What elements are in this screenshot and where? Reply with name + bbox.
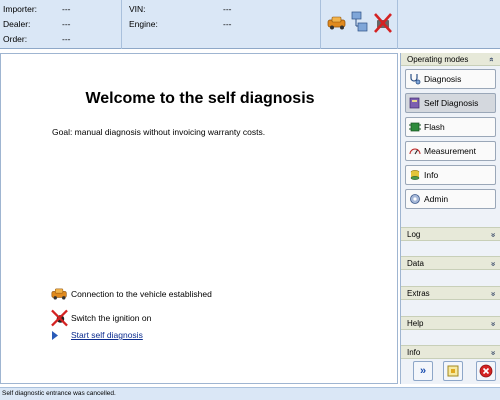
play-arrow-icon — [52, 330, 58, 340]
start-self-diagnosis-link[interactable]: Start self diagnosis — [71, 330, 143, 340]
status-connection: Connection to the vehicle established — [51, 287, 212, 301]
book-icon — [409, 97, 420, 109]
start-self-diagnosis-row[interactable]: Start self diagnosis — [51, 330, 143, 340]
fullscreen-icon — [447, 365, 459, 377]
expand-chevron-icon: » — [488, 321, 498, 327]
ignition-off-icon — [51, 309, 68, 327]
engine-value: --- — [223, 19, 232, 29]
vin-value: --- — [223, 4, 232, 14]
vehicle-info-panel: VIN: --- Engine: --- — [122, 0, 321, 49]
section-log-label: Log — [407, 230, 421, 239]
sidebar-section-extras[interactable]: Extras » — [401, 286, 500, 300]
status-bar-text: Self diagnostic entrance was cancelled. — [2, 390, 116, 397]
sidebar-section-data[interactable]: Data » — [401, 256, 500, 270]
network-icon — [351, 11, 368, 32]
vehicle-icon — [327, 16, 346, 30]
order-label: Order: — [3, 34, 28, 44]
main-panel: Welcome to the self diagnosis Goal: manu… — [0, 53, 398, 384]
sidebar: Operating modes » Diagnosis Self Diagnos… — [400, 53, 500, 384]
mode-flash-label: Flash — [424, 122, 445, 132]
status-ignition-label: Switch the ignition on — [71, 313, 152, 323]
forward-button[interactable]: » — [413, 361, 433, 381]
dealer-value: --- — [62, 19, 71, 29]
header-bar: Importer: --- Dealer: --- Order: --- VIN… — [0, 0, 500, 49]
operating-modes-title: Operating modes — [407, 55, 469, 64]
mode-measurement-button[interactable]: Measurement — [405, 141, 496, 161]
section-info-label: Info — [407, 348, 421, 357]
mode-flash-button[interactable]: Flash — [405, 117, 496, 137]
vehicle-icon — [51, 288, 67, 300]
double-arrow-icon: » — [419, 365, 427, 377]
mode-measurement-label: Measurement — [424, 146, 476, 156]
collapse-up-icon[interactable]: » — [484, 57, 497, 61]
mode-info-label: Info — [424, 170, 439, 180]
section-extras-label: Extras — [407, 289, 430, 298]
mode-diagnosis-button[interactable]: Diagnosis — [405, 69, 496, 89]
operating-modes-header: Operating modes » — [401, 53, 500, 66]
section-data-label: Data — [407, 259, 424, 268]
goal-text: Goal: manual diagnosis without invoicing… — [52, 127, 266, 137]
mode-self-diagnosis-label: Self Diagnosis — [424, 98, 479, 108]
admin-icon — [410, 194, 420, 204]
dealer-info-panel: Importer: --- Dealer: --- Order: --- — [0, 0, 122, 49]
sidebar-section-info[interactable]: Info » — [401, 345, 500, 359]
mode-info-button[interactable]: Info — [405, 165, 496, 185]
sidebar-section-help[interactable]: Help » — [401, 316, 500, 330]
fullscreen-button[interactable] — [443, 361, 463, 381]
mode-self-diagnosis-button[interactable]: Self Diagnosis — [405, 93, 496, 113]
chip-icon — [409, 122, 421, 132]
importer-value: --- — [62, 4, 71, 14]
disconnected-icon — [374, 13, 392, 33]
mode-diagnosis-label: Diagnosis — [424, 74, 462, 84]
mode-admin-button[interactable]: Admin — [405, 189, 496, 209]
database-icon — [410, 170, 420, 180]
status-bar: Self diagnostic entrance was cancelled. — [0, 387, 500, 400]
expand-chevron-icon: » — [488, 232, 498, 238]
section-help-label: Help — [407, 319, 424, 328]
order-value: --- — [62, 34, 71, 44]
exit-button[interactable] — [476, 361, 496, 381]
status-connection-label: Connection to the vehicle established — [71, 289, 212, 299]
importer-label: Importer: — [3, 4, 38, 14]
status-ignition: Switch the ignition on — [51, 309, 151, 327]
expand-chevron-icon: » — [488, 350, 498, 356]
mode-admin-label: Admin — [424, 194, 449, 204]
expand-chevron-icon: » — [488, 261, 498, 267]
meter-icon — [409, 148, 421, 155]
stethoscope-icon — [410, 74, 421, 85]
expand-chevron-icon: » — [488, 291, 498, 297]
dealer-label: Dealer: — [3, 19, 31, 29]
engine-label: Engine: — [129, 19, 158, 29]
vin-label: VIN: — [129, 4, 146, 14]
exit-icon — [479, 364, 493, 378]
connection-status-panel — [321, 0, 398, 49]
page-title: Welcome to the self diagnosis — [85, 90, 315, 107]
sidebar-section-log[interactable]: Log » — [401, 227, 500, 241]
